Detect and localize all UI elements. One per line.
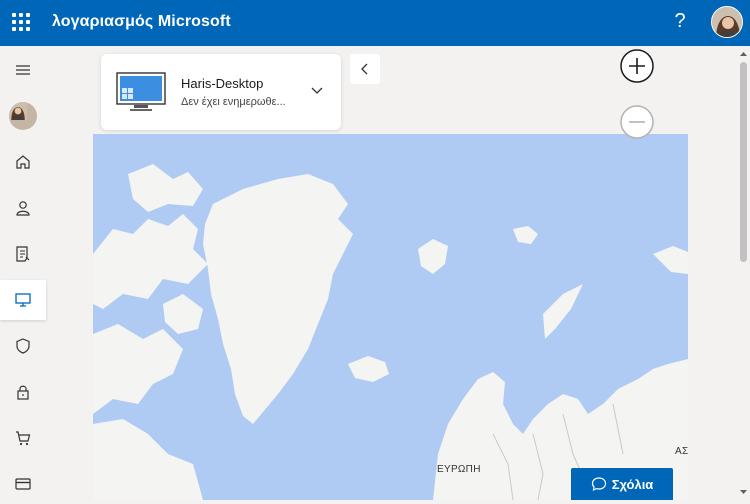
chevron-down-icon[interactable] bbox=[309, 82, 325, 98]
document-list-icon bbox=[16, 246, 30, 262]
sidebar-avatar bbox=[9, 102, 37, 130]
sidebar-item-devices[interactable] bbox=[0, 280, 46, 320]
scroll-down-icon[interactable] bbox=[739, 488, 748, 496]
device-name: Haris-Desktop bbox=[181, 76, 264, 91]
person-icon bbox=[16, 201, 30, 216]
scroll-up-icon[interactable] bbox=[739, 50, 748, 58]
zoom-in-button[interactable] bbox=[619, 48, 655, 84]
map-label-europe: ΕΥΡΩΠΗ bbox=[437, 464, 481, 475]
world-map-graphic bbox=[93, 134, 688, 500]
sidebar-item-home[interactable] bbox=[0, 142, 46, 182]
top-bar: λογαριασμός Microsoft ? bbox=[0, 0, 750, 46]
sidebar-item-your-info[interactable] bbox=[0, 188, 46, 228]
desktop-pc-icon bbox=[116, 72, 166, 111]
user-avatar[interactable] bbox=[711, 6, 743, 38]
lock-icon bbox=[17, 385, 29, 400]
device-status: Δεν έχει ενημερωθε... bbox=[181, 96, 286, 108]
home-icon bbox=[16, 155, 30, 169]
app-launcher-icon[interactable] bbox=[12, 13, 30, 31]
sidebar-item-profile[interactable] bbox=[0, 96, 46, 136]
sidebar-item-payment[interactable] bbox=[0, 464, 46, 504]
sidebar-item-security[interactable] bbox=[0, 326, 46, 366]
device-selector-card[interactable]: Haris-Desktop Δεν έχει ενημερωθε... bbox=[101, 54, 341, 130]
main-content: Haris-Desktop Δεν έχει ενημερωθε... ΕΥΡΩ… bbox=[93, 46, 688, 500]
shield-icon bbox=[16, 338, 30, 354]
scroll-thumb[interactable] bbox=[740, 62, 747, 262]
sidebar-item-orders[interactable] bbox=[0, 418, 46, 458]
sidebar-item-subscriptions[interactable] bbox=[0, 234, 46, 274]
shopping-cart-icon bbox=[16, 431, 31, 446]
feedback-button[interactable]: Σχόλια bbox=[571, 468, 673, 500]
feedback-label: Σχόλια bbox=[611, 476, 654, 492]
monitor-icon bbox=[15, 293, 31, 307]
zoom-out-button[interactable] bbox=[619, 104, 655, 140]
page-scrollbar[interactable] bbox=[737, 46, 750, 500]
sidebar-item-privacy[interactable] bbox=[0, 372, 46, 412]
sidebar-nav bbox=[0, 46, 46, 500]
collapse-panel-button[interactable] bbox=[350, 54, 380, 84]
map-label-asia: ΑΣ bbox=[675, 446, 689, 457]
chevron-left-icon bbox=[361, 63, 368, 75]
app-title[interactable]: λογαριασμός Microsoft bbox=[52, 13, 231, 31]
credit-card-icon bbox=[15, 478, 31, 490]
avatar-photo-icon bbox=[9, 102, 27, 120]
hamburger-icon bbox=[16, 65, 30, 75]
help-button[interactable]: ? bbox=[670, 10, 690, 33]
avatar-photo-icon bbox=[712, 7, 742, 37]
device-map[interactable] bbox=[93, 134, 688, 500]
chat-bubble-icon bbox=[591, 477, 606, 492]
hamburger-menu-button[interactable] bbox=[0, 50, 46, 90]
